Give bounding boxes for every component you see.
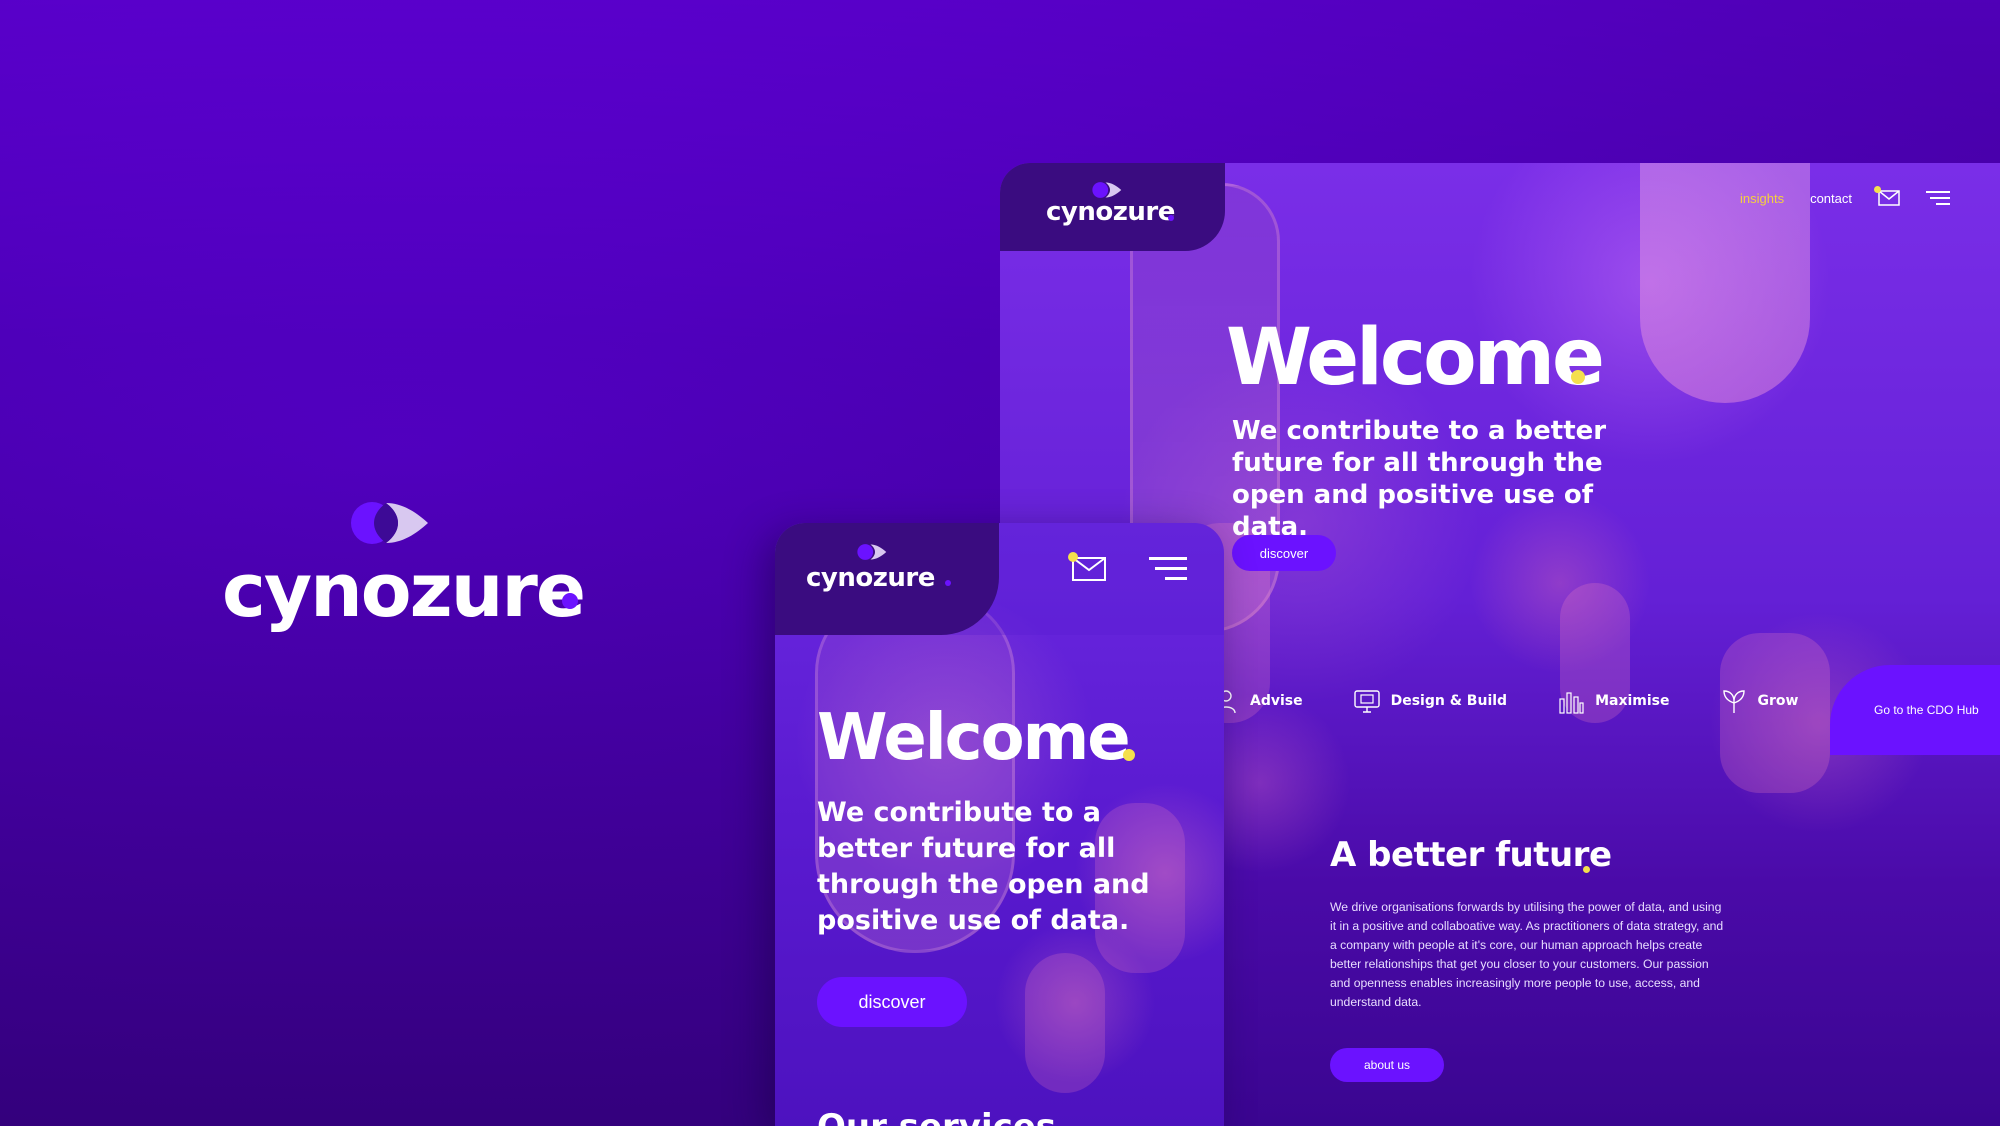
- service-grow[interactable]: Grow: [1720, 687, 1799, 715]
- notification-dot: [1874, 186, 1881, 193]
- service-design-build[interactable]: Design & Build: [1353, 687, 1507, 715]
- services-heading: Our services: [817, 1107, 1056, 1126]
- service-label: Advise: [1250, 693, 1303, 709]
- service-label: Design & Build: [1390, 693, 1508, 709]
- hero-title-dot: [1571, 370, 1585, 384]
- desktop-nav: insights contact: [1740, 186, 1950, 206]
- monitor-icon: [1353, 690, 1380, 713]
- discover-button[interactable]: discover: [1232, 535, 1336, 571]
- discover-button[interactable]: discover: [817, 977, 967, 1027]
- service-label: Maximise: [1595, 693, 1670, 709]
- services-bar: Advise Design & Build Maximise Grow: [1212, 687, 1798, 715]
- cdo-hub-link[interactable]: Go to the CDO Hub: [1830, 665, 2000, 755]
- hamburger-menu-icon[interactable]: [1149, 555, 1187, 583]
- brand-dot: [945, 580, 951, 586]
- mail-icon[interactable]: [1068, 552, 1106, 581]
- brand-name: cynozure: [806, 563, 935, 593]
- cynozure-logo-icon: [857, 544, 887, 560]
- hero-title-dot: [1123, 749, 1135, 761]
- brand-dot: [1168, 215, 1174, 221]
- brand-name: cynozure: [222, 548, 586, 634]
- about-title-dot: [1583, 866, 1590, 873]
- about-us-button[interactable]: about us: [1330, 1048, 1444, 1082]
- nav-insights-link[interactable]: insights: [1740, 191, 1784, 206]
- about-body: We drive organisations forwards by utili…: [1330, 900, 1724, 1009]
- hero-title: Welcome: [817, 701, 1131, 775]
- brand-name: cynozure: [1046, 197, 1175, 227]
- mail-icon[interactable]: [1874, 186, 1900, 206]
- notification-dot: [1068, 552, 1078, 562]
- about-title: A better future: [1330, 835, 1612, 875]
- hero-title: Welcome: [1226, 313, 1605, 403]
- cynozure-logo-icon: [351, 502, 428, 544]
- hamburger-menu-icon[interactable]: [1926, 190, 1950, 206]
- mobile-mockup: cynozure Welcome We contribute to a bett…: [775, 523, 1224, 1126]
- desktop-logo-tab[interactable]: cynozure: [1000, 163, 1225, 251]
- bar-chart-icon: [1559, 692, 1584, 714]
- leaf-icon: [1722, 690, 1745, 713]
- nav-contact-link[interactable]: contact: [1810, 191, 1852, 206]
- brand-dot: [562, 593, 578, 609]
- hero-tagline: We contribute to a better future for all…: [1232, 416, 1607, 542]
- mobile-logo-tab[interactable]: cynozure: [775, 523, 999, 635]
- hero-tagline: We contribute to a better future for all…: [817, 797, 1150, 936]
- bokeh-light: [1025, 953, 1105, 1093]
- service-maximise[interactable]: Maximise: [1557, 687, 1670, 715]
- service-advise[interactable]: Advise: [1212, 687, 1303, 715]
- service-label: Grow: [1757, 693, 1799, 709]
